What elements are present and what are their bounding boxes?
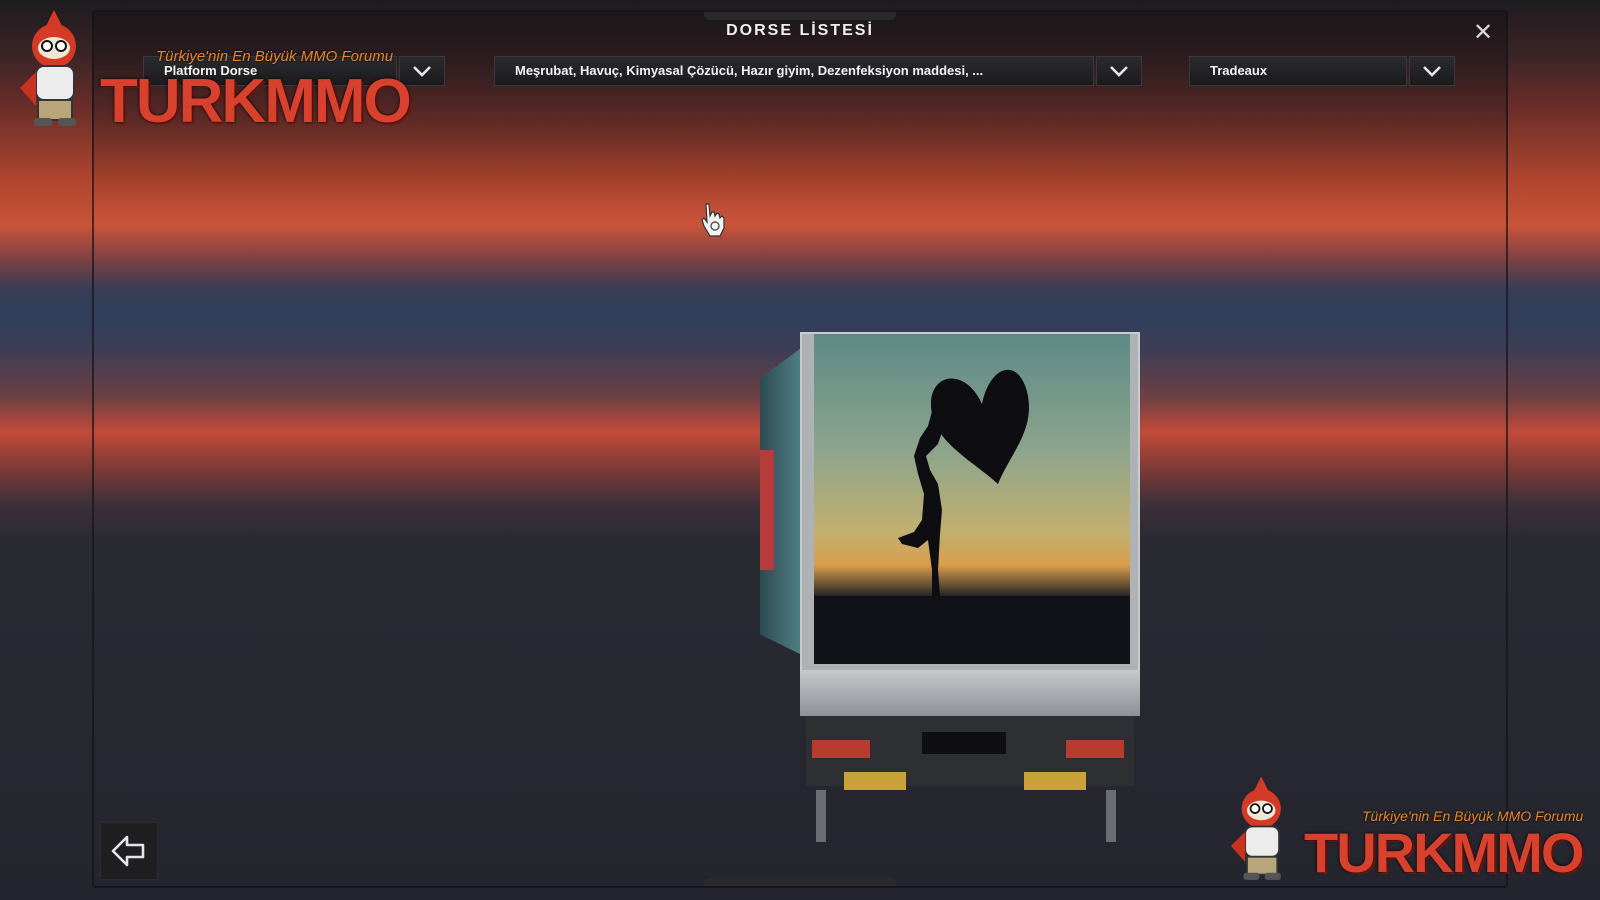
watermark-logo-top: Türkiye'nin En Büyük MMO Forumu TURKMMO — [0, 8, 412, 136]
mascot-logo — [20, 10, 76, 126]
company-dropdown-toggle[interactable] — [1409, 56, 1455, 86]
trailer-list-window — [92, 10, 1508, 888]
watermark-logo-bottom: Türkiye'nin En Büyük MMO Forumu TURKMMO — [1222, 774, 1584, 890]
cargo-dropdown[interactable]: Meşrubat, Havuç, Kimyasal Çözücü, Hazır … — [494, 56, 1142, 86]
back-button[interactable] — [100, 822, 158, 880]
cargo-dropdown-toggle[interactable] — [1096, 56, 1142, 86]
hand-cursor-icon — [701, 203, 725, 237]
close-button[interactable]: ✕ — [1470, 20, 1496, 46]
panel-bottom-notch — [704, 878, 896, 886]
chevron-down-icon — [1423, 66, 1441, 77]
chevron-down-icon — [1110, 66, 1128, 77]
cargo-value[interactable]: Meşrubat, Havuç, Kimyasal Çözücü, Hazır … — [494, 56, 1094, 86]
mascot-logo — [1230, 776, 1281, 880]
company-dropdown[interactable]: Tradeaux — [1189, 56, 1455, 86]
company-value[interactable]: Tradeaux — [1189, 56, 1407, 86]
watermark-slogan: Türkiye'nin En Büyük MMO Forumu — [156, 48, 394, 65]
chevron-down-icon — [413, 66, 431, 77]
arrow-left-icon — [111, 835, 145, 867]
watermark-brand: TURKMMO — [100, 67, 412, 136]
close-icon: ✕ — [1472, 19, 1494, 46]
watermark-brand: TURKMMO — [1304, 821, 1584, 884]
window-title: DORSE LİSTESİ — [726, 22, 874, 39]
panel-top-notch — [704, 12, 896, 20]
